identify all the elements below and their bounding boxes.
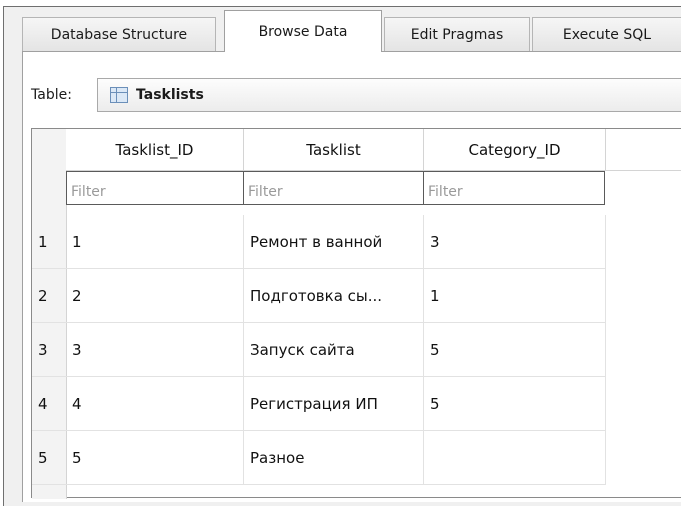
cell-category-id[interactable]: 3 [424, 215, 606, 269]
cell-tasklist-id[interactable]: 1 [66, 215, 244, 269]
cell-tasklist-id[interactable]: 3 [66, 323, 244, 377]
row-number[interactable]: 5 [32, 431, 66, 485]
cell-category-id[interactable]: 1 [424, 269, 606, 323]
cell-tasklist[interactable]: Ремонт в ванной [244, 215, 424, 269]
tab-label: Database Structure [50, 26, 188, 43]
row-number[interactable]: 2 [32, 269, 66, 323]
filter-input-category-id[interactable] [423, 171, 605, 205]
column-header-category-id[interactable]: Category_ID [424, 129, 606, 171]
table-row[interactable]: 5 5 Разное [32, 431, 681, 485]
table-row[interactable]: 1 1 Ремонт в ванной 3 [32, 215, 681, 269]
cell-tasklist-id[interactable]: 2 [66, 269, 244, 323]
filter-input-tasklist[interactable] [243, 171, 424, 205]
table-icon [110, 87, 128, 103]
cell-tasklist-id[interactable]: 5 [66, 431, 244, 485]
cell-category-id[interactable]: 5 [424, 323, 606, 377]
table-row[interactable]: 3 3 Запуск сайта 5 [32, 323, 681, 377]
column-header-label: Tasklist_ID [115, 141, 194, 159]
filter-input-tasklist-id[interactable] [66, 171, 244, 205]
column-header-empty [606, 129, 681, 171]
cell-tasklist[interactable]: Запуск сайта [244, 323, 424, 377]
tab-edit-pragmas[interactable]: Edit Pragmas [384, 17, 530, 51]
cell-category-id[interactable]: 5 [424, 377, 606, 431]
row-number[interactable]: 1 [32, 215, 66, 269]
column-header-label: Tasklist [306, 141, 361, 159]
table-selector-label: Table: [31, 87, 72, 103]
table-selector-combo[interactable]: Tasklists [97, 78, 681, 112]
table-row[interactable]: 2 2 Подготовка сы... 1 [32, 269, 681, 323]
tab-label: Edit Pragmas [410, 26, 504, 43]
cell-tasklist[interactable]: Разное [244, 431, 424, 485]
table-row[interactable]: 4 4 Регистрация ИП 5 [32, 377, 681, 431]
column-header-tasklist-id[interactable]: Tasklist_ID [66, 129, 244, 171]
data-grid[interactable]: Tasklist_ID Tasklist Category_ID 1 1 Рем… [31, 128, 681, 499]
tab-label: Execute SQL [562, 26, 652, 43]
column-header-tasklist[interactable]: Tasklist [244, 129, 424, 171]
table-selector-value: Tasklists [136, 87, 204, 103]
cell-tasklist-id[interactable]: 4 [66, 377, 244, 431]
cell-tasklist[interactable]: Подготовка сы... [244, 269, 424, 323]
tab-browse-data[interactable]: Browse Data [224, 10, 382, 52]
tab-label: Browse Data [258, 23, 348, 40]
column-header-label: Category_ID [468, 141, 561, 159]
tab-database-structure[interactable]: Database Structure [22, 17, 216, 51]
row-number[interactable]: 4 [32, 377, 66, 431]
tab-execute-sql[interactable]: Execute SQL [532, 17, 681, 51]
row-number[interactable]: 3 [32, 323, 66, 377]
cell-tasklist[interactable]: Регистрация ИП [244, 377, 424, 431]
cell-category-id[interactable] [424, 431, 606, 485]
